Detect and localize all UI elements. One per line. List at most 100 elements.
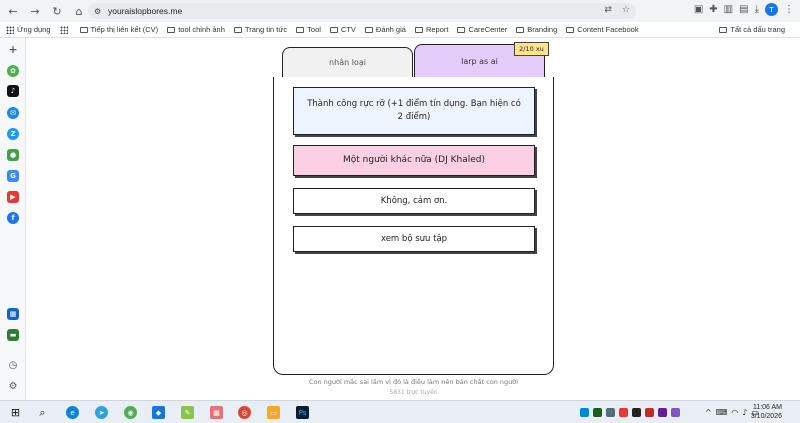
star-icon[interactable]: ☆ bbox=[622, 5, 630, 15]
another-person-button[interactable]: Một người khác nữa (DJ Khaled) bbox=[293, 145, 535, 176]
web-page: nhân loại larp as ai 2/10 xu Thành công … bbox=[27, 39, 800, 400]
all-bookmarks[interactable]: Tất cả dấu trang bbox=[719, 25, 785, 34]
apps-grid-icon bbox=[6, 25, 14, 34]
view-collection-button[interactable]: xem bộ sưu tập bbox=[293, 226, 535, 252]
tab-human-label: nhân loại bbox=[329, 58, 366, 67]
taskbar: ⊞ ⌕ e ➤ ◉ ◆ ✎ ▦ ◎ ▭ Ps ^ ⌨ ◠ ♪ ▭ 11:06 A… bbox=[0, 400, 800, 423]
facebook-icon[interactable]: f bbox=[7, 212, 19, 224]
extension-green-icon[interactable]: ✿ bbox=[7, 65, 19, 77]
clock-time: 11:06 AM bbox=[752, 404, 782, 411]
folder-icon bbox=[566, 26, 575, 33]
coin-badge: 2/10 xu bbox=[514, 42, 549, 56]
system-clock[interactable]: 11:06 AM 3/10/2026 bbox=[751, 403, 782, 421]
folder-icon bbox=[457, 26, 466, 33]
view-collection-label: xem bộ sưu tập bbox=[380, 233, 448, 244]
tray-app-icon[interactable] bbox=[671, 408, 680, 417]
edge-icon[interactable]: e bbox=[66, 406, 79, 419]
folder-icon bbox=[296, 26, 305, 33]
apps-grid-icon bbox=[59, 25, 68, 34]
folder-icon bbox=[516, 26, 525, 33]
reload-icon[interactable]: ↻ bbox=[48, 2, 66, 20]
home-icon[interactable]: ⌂ bbox=[70, 2, 88, 20]
profile-avatar[interactable]: T bbox=[765, 3, 778, 16]
success-text: Thành công rực rỡ (+1 điểm tín dụng. Bạn… bbox=[307, 99, 521, 122]
add-icon[interactable]: + bbox=[7, 43, 19, 56]
menu-dots-icon[interactable]: ⋮ bbox=[784, 4, 794, 15]
app-blue-icon[interactable]: ▦ bbox=[7, 308, 19, 320]
photoshop-icon[interactable]: Ps bbox=[296, 406, 309, 419]
tiktok-icon[interactable]: ♪ bbox=[7, 85, 19, 97]
tray-app-icon[interactable] bbox=[580, 408, 589, 417]
bookmark-folder[interactable]: Report bbox=[414, 25, 448, 34]
search-icon[interactable]: ⌕ bbox=[36, 406, 49, 419]
bookmark-folder[interactable]: Content Facebook bbox=[566, 25, 639, 34]
messenger-icon[interactable]: ✉ bbox=[7, 107, 19, 119]
zalo-icon[interactable]: Z bbox=[7, 128, 19, 140]
bookmark-folder[interactable]: CTV bbox=[329, 25, 356, 34]
forward-arrow-icon[interactable]: → bbox=[26, 2, 44, 20]
online-count: 5831 trực tuyến bbox=[389, 389, 438, 396]
download-icon[interactable]: ⤓ bbox=[755, 4, 759, 15]
bookmark-folder[interactable]: CareCenter bbox=[457, 25, 507, 34]
address-url: youraislopbores.me bbox=[108, 6, 183, 16]
chevron-up-icon[interactable]: ^ bbox=[705, 408, 712, 417]
volume-icon[interactable]: ♪ bbox=[742, 408, 747, 417]
youtube-icon[interactable]: ▶ bbox=[7, 191, 19, 203]
chrome-icon[interactable]: ◎ bbox=[238, 406, 251, 419]
bookmark-folder[interactable]: Trang tin tức bbox=[233, 25, 287, 34]
app-green-icon[interactable]: ▬ bbox=[7, 329, 19, 341]
bookmark-apps-grid[interactable] bbox=[59, 25, 71, 34]
footer-quote: Con người mắc sai lầm vì đó là điều làm … bbox=[308, 378, 519, 386]
tab-human[interactable]: nhân loại bbox=[282, 47, 413, 77]
bookmark-folder[interactable]: tool chỉnh ảnh bbox=[167, 25, 225, 34]
bookmark-folder[interactable]: Branding bbox=[516, 25, 557, 34]
bookmark-folder[interactable]: Tiếp thị liên kết (CV) bbox=[79, 25, 158, 34]
bookmark-apps[interactable]: Ứng dụng bbox=[6, 25, 51, 34]
address-bar[interactable]: ⚙ youraislopbores.me ⇄ ☆ bbox=[88, 3, 636, 19]
windows-start-icon[interactable]: ⊞ bbox=[9, 406, 22, 419]
system-tray bbox=[580, 407, 680, 418]
keyboard-icon[interactable]: ⌨ bbox=[716, 408, 728, 417]
split-view-icon[interactable]: ▥ bbox=[724, 4, 733, 15]
app-pen-icon[interactable]: ✎ bbox=[181, 406, 194, 419]
tray-app-icon[interactable] bbox=[645, 408, 654, 417]
tray-app-icon[interactable] bbox=[632, 408, 641, 417]
telegram-icon[interactable]: ➤ bbox=[95, 406, 108, 419]
tray-app-icon[interactable] bbox=[606, 408, 615, 417]
folder-icon bbox=[167, 26, 176, 33]
wifi-icon[interactable]: ◠ bbox=[731, 408, 738, 417]
no-thanks-label: Không, cảm ơn. bbox=[380, 195, 448, 206]
folder-icon bbox=[364, 26, 373, 33]
browser-toolbar: ← → ↻ ⌂ ⚙ youraislopbores.me ⇄ ☆ ▣ ✚ ▥ ▤… bbox=[0, 0, 800, 22]
clock-date: 3/10/2026 bbox=[750, 413, 782, 420]
bookmark-folder[interactable]: Đánh giá bbox=[364, 25, 406, 34]
app-bird-icon[interactable]: ◆ bbox=[152, 406, 165, 419]
content-panel: Thành công rực rỡ (+1 điểm tín dụng. Bạn… bbox=[273, 77, 554, 375]
extensions-icon[interactable]: ▣ bbox=[694, 4, 703, 15]
no-thanks-button[interactable]: Không, cảm ơn. bbox=[293, 188, 535, 214]
success-result-card: Thành công rực rỡ (+1 điểm tín dụng. Bạn… bbox=[293, 87, 535, 135]
tray-app-icon[interactable] bbox=[658, 408, 667, 417]
reading-list-icon[interactable]: ▤ bbox=[739, 4, 748, 15]
another-person-label: Một người khác nữa (DJ Khaled) bbox=[342, 155, 485, 165]
bookmark-folder[interactable]: Tool bbox=[296, 25, 321, 34]
puzzle-icon[interactable]: ✚ bbox=[709, 4, 717, 15]
site-info-icon[interactable]: ⚙ bbox=[94, 7, 103, 16]
app-grid-icon[interactable]: ▦ bbox=[210, 406, 223, 419]
back-arrow-icon[interactable]: ← bbox=[4, 2, 22, 20]
folder-icon bbox=[329, 26, 338, 33]
settings-gear-icon[interactable]: ⚙ bbox=[7, 380, 19, 392]
chrome-profile-icon[interactable]: ◉ bbox=[124, 406, 137, 419]
folder-icon bbox=[233, 26, 242, 33]
bookmarks-bar: Ứng dụng Tiếp thị liên kết (CV) tool chỉ… bbox=[0, 22, 800, 38]
side-panel: + ✿ ♪ ✉ Z ● G ▶ f ▦ ▬ ◷ ⚙ bbox=[0, 38, 26, 400]
game-controller-icon[interactable]: ● bbox=[7, 149, 19, 161]
google-translate-icon[interactable]: G bbox=[7, 170, 19, 182]
file-explorer-icon[interactable]: ▭ bbox=[267, 406, 280, 419]
folder-icon bbox=[79, 26, 88, 33]
translate-icon[interactable]: ⇄ bbox=[604, 5, 612, 15]
tray-app-icon[interactable] bbox=[619, 408, 628, 417]
tray-app-icon[interactable] bbox=[593, 408, 602, 417]
folder-icon bbox=[719, 26, 728, 33]
history-icon[interactable]: ◷ bbox=[7, 359, 19, 371]
